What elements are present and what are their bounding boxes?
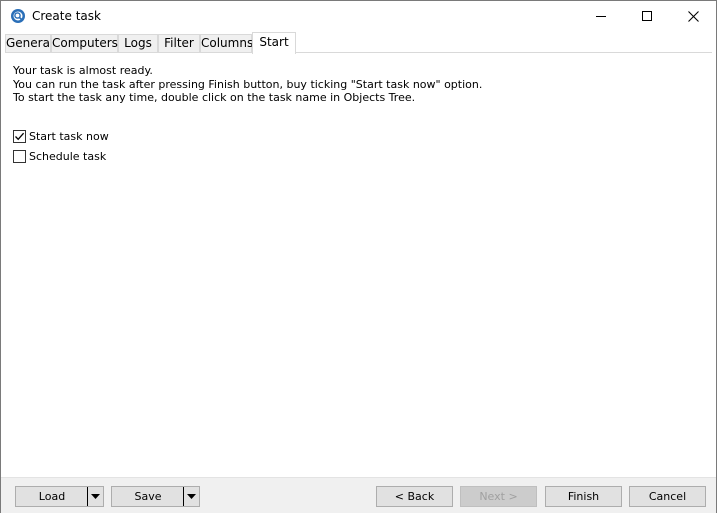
schedule-task-option[interactable]: Schedule task (13, 148, 106, 164)
back-button[interactable]: < Back (376, 486, 453, 507)
tab-general[interactable]: General (5, 34, 53, 52)
save-button-label: Save (134, 490, 162, 503)
save-dropdown-arrow[interactable] (183, 487, 199, 506)
tab-underline (5, 52, 712, 53)
tab-start[interactable]: Start (252, 32, 296, 54)
tab-strip: General Computers Logs Filter Columns St… (5, 32, 712, 54)
start-task-now-checkbox[interactable] (13, 129, 26, 143)
chevron-down-icon (91, 493, 100, 499)
start-task-now-label: Start task now (29, 129, 109, 143)
cancel-button[interactable]: Cancel (629, 486, 706, 507)
save-split-button[interactable]: Save (111, 486, 200, 507)
maximize-button[interactable] (624, 1, 670, 31)
load-button-label: Load (38, 490, 66, 503)
tab-columns[interactable]: Columns (200, 34, 253, 52)
load-split-button[interactable]: Load (15, 486, 104, 507)
schedule-task-label: Schedule task (29, 149, 107, 163)
minimize-button[interactable] (578, 1, 624, 31)
title-bar[interactable]: Create task (1, 1, 716, 31)
close-button[interactable] (670, 1, 716, 31)
next-button[interactable]: Next > (460, 486, 537, 507)
finish-button[interactable]: Finish (545, 486, 622, 507)
start-task-now-option[interactable]: Start task now (13, 128, 109, 144)
intro-text-line: Your task is almost ready. (13, 64, 153, 77)
maximize-icon (642, 11, 652, 21)
bottom-button-bar: Load Save < Back Next > Finish Cancel (1, 477, 716, 513)
schedule-task-checkbox[interactable] (13, 149, 26, 163)
intro-text-line: You can run the task after pressing Fini… (13, 77, 483, 91)
tab-logs[interactable]: Logs (118, 34, 158, 52)
window-title: Create task (32, 9, 101, 23)
chevron-down-icon (187, 493, 196, 499)
intro-text-line: To start the task any time, double click… (13, 91, 416, 104)
create-task-window: Create task General Computers Logs Filte… (0, 0, 717, 513)
tab-filter[interactable]: Filter (158, 34, 200, 52)
minimize-icon (596, 16, 606, 17)
tab-computers[interactable]: Computers (51, 34, 118, 52)
close-icon (687, 10, 699, 22)
app-icon (10, 8, 26, 24)
start-tab-content: Your task is almost ready. You can run t… (13, 64, 706, 105)
checkmark-icon (15, 132, 25, 140)
load-dropdown-arrow[interactable] (87, 487, 103, 506)
